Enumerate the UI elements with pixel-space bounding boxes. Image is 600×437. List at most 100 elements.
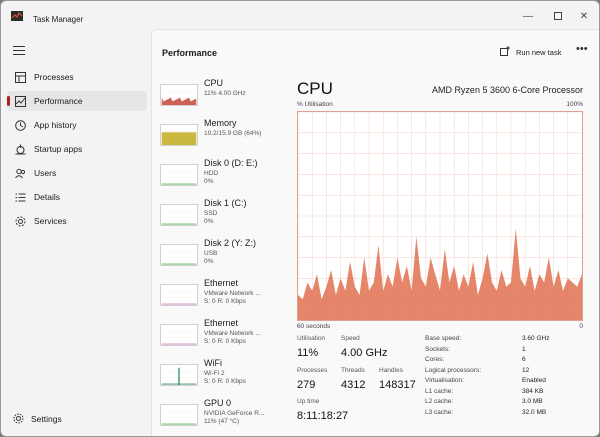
sidebar-item-label: Performance xyxy=(34,96,83,106)
window-title: Task Manager xyxy=(33,15,84,24)
performance-item-name: CPU xyxy=(204,78,224,88)
hamburger-menu-icon[interactable] xyxy=(13,45,25,55)
performance-icon xyxy=(13,94,27,108)
performance-item-detail: Wi-Fi 2 xyxy=(204,370,225,377)
performance-item[interactable]: GPU 0 NVIDIA GeForce R... 11% (47 °C) xyxy=(158,394,288,434)
minimize-icon: — xyxy=(523,10,533,22)
sidebar-item-label: Details xyxy=(34,192,60,202)
sidebar-item-performance[interactable]: Performance xyxy=(7,91,147,111)
processes-icon xyxy=(13,70,27,84)
handles-label: Handles xyxy=(379,367,403,374)
spec-value: 6 xyxy=(522,356,526,363)
thumbnail-graph xyxy=(160,204,198,226)
maximize-icon xyxy=(554,12,562,20)
thumbnail-graph xyxy=(160,404,198,426)
startup-icon xyxy=(13,142,27,156)
users-icon xyxy=(13,166,27,180)
performance-item[interactable]: Ethernet VMware Network ... S: 0 R: 0 Kbps xyxy=(158,314,288,354)
spec-label: Base speed: xyxy=(425,335,462,342)
run-task-icon xyxy=(500,46,510,58)
performance-item-detail: USB xyxy=(204,250,218,257)
run-new-task-button[interactable]: Run new task xyxy=(500,46,561,58)
performance-item-name: GPU 0 xyxy=(204,398,232,408)
page-title: Performance xyxy=(162,48,218,58)
close-icon: ✕ xyxy=(579,10,589,22)
performance-item-detail: S: 0 R: 0 Kbps xyxy=(204,378,246,385)
settings-label: Settings xyxy=(31,414,62,424)
sidebar-item-label: App history xyxy=(34,120,77,130)
performance-item-name: Memory xyxy=(204,118,237,128)
sidebar-item-label: Services xyxy=(34,216,67,226)
performance-item[interactable]: Disk 2 (Y: Z:) USB 0% xyxy=(158,234,288,274)
speed-value: 4.00 GHz xyxy=(341,347,388,359)
spec-label: Logical processors: xyxy=(425,366,481,374)
performance-item-name: Disk 0 (D: E:) xyxy=(204,158,258,168)
spec-label: L3 cache: xyxy=(425,408,454,416)
thumbnail-graph xyxy=(160,284,198,306)
processor-name: AMD Ryzen 5 3600 6-Core Processor xyxy=(431,85,583,95)
performance-item-detail: HDD xyxy=(204,170,219,177)
processes-value: 279 xyxy=(297,379,316,391)
performance-item[interactable]: Ethernet VMware Network ... S: 0 R: 0 Kbps xyxy=(158,274,288,314)
sidebar-item-processes[interactable]: Processes xyxy=(7,67,147,87)
performance-item-detail: VMware Network ... xyxy=(204,330,261,337)
cpu-detail-panel: CPU AMD Ryzen 5 3600 6-Core Processor % … xyxy=(295,74,585,434)
performance-item-detail: S: 0 R: 0 Kbps xyxy=(204,298,246,305)
utilisation-axis-label: % Utilisation xyxy=(297,101,333,108)
performance-item-name: Disk 1 (C:) xyxy=(204,198,247,208)
speed-label: Speed xyxy=(341,335,360,342)
utilisation-label: Utilisation xyxy=(297,335,326,342)
performance-item-detail: 0% xyxy=(204,178,214,185)
sidebar-item-services[interactable]: Services xyxy=(7,211,147,231)
sidebar-item-app-history[interactable]: App history xyxy=(7,115,147,135)
run-new-task-label: Run new task xyxy=(516,47,562,57)
performance-item[interactable]: CPU 11% 4.00 GHz xyxy=(158,74,288,114)
performance-item-detail: 11% (47 °C) xyxy=(204,418,239,425)
spec-value: Enabled xyxy=(522,377,546,384)
sidebar-item-label: Users xyxy=(34,168,57,178)
performance-item-detail: VMware Network ... xyxy=(204,290,261,297)
uptime-label: Up time xyxy=(297,398,320,405)
performance-item-detail: 11% 4.00 GHz xyxy=(204,90,246,97)
performance-item-detail: 0% xyxy=(204,218,214,225)
spec-value: 3.0 MB xyxy=(522,398,543,405)
sidebar-item-settings[interactable]: Settings xyxy=(7,409,147,429)
sidebar-item-details[interactable]: Details xyxy=(7,187,147,207)
details-icon xyxy=(13,190,27,204)
minimize-button[interactable]: — xyxy=(513,9,543,23)
performance-item-name: WiFi xyxy=(204,358,222,368)
sidebar-item-users[interactable]: Users xyxy=(7,163,147,183)
performance-item[interactable]: Memory 10.2/15.9 GB (64%) xyxy=(158,114,288,154)
sidebar-item-label: Processes xyxy=(34,72,74,82)
performance-item[interactable]: Disk 1 (C:) SSD 0% xyxy=(158,194,288,234)
graph-time-end: 0 xyxy=(579,323,583,330)
sidebar-item-startup-apps[interactable]: Startup apps xyxy=(7,139,147,159)
thumbnail-graph xyxy=(160,84,198,106)
sidebar-item-label: Startup apps xyxy=(34,144,83,154)
spec-value: 1 xyxy=(522,345,526,353)
task-manager-window: Task Manager — ✕ Processes Performance A… xyxy=(0,0,600,437)
performance-item[interactable]: Disk 0 (D: E:) HDD 0% xyxy=(158,154,288,194)
performance-item-detail: S: 0 R: 0 Kbps xyxy=(204,338,246,345)
detail-title: CPU xyxy=(297,79,333,98)
thumbnail-graph xyxy=(160,124,198,146)
thumbnail-graph xyxy=(160,244,198,266)
uptime-value: 8:11:18:27 xyxy=(297,410,349,422)
main-content: Performance Run new task ••• CPU 11% 4.00… xyxy=(151,29,599,436)
performance-item-detail: NVIDIA GeForce R... xyxy=(204,410,265,417)
more-options-button[interactable]: ••• xyxy=(576,43,588,55)
graph-time-span: 60 seconds xyxy=(297,323,331,330)
performance-item-detail: 10.2/15.9 GB (64%) xyxy=(204,130,262,137)
active-indicator xyxy=(7,96,10,106)
performance-item-name: Disk 2 (Y: Z:) xyxy=(204,238,257,248)
close-button[interactable]: ✕ xyxy=(569,9,599,23)
history-icon xyxy=(13,118,27,132)
processes-label: Processes xyxy=(297,367,328,374)
spec-label: Sockets: xyxy=(425,345,450,353)
spec-value: 12 xyxy=(522,366,530,374)
sidebar: Processes Performance App history Startu… xyxy=(1,31,151,436)
performance-item[interactable]: WiFi Wi-Fi 2 S: 0 R: 0 Kbps xyxy=(158,354,288,394)
task-manager-logo-icon xyxy=(11,11,23,21)
cpu-utilisation-graph xyxy=(297,111,583,321)
performance-item-name: Ethernet xyxy=(204,318,239,328)
